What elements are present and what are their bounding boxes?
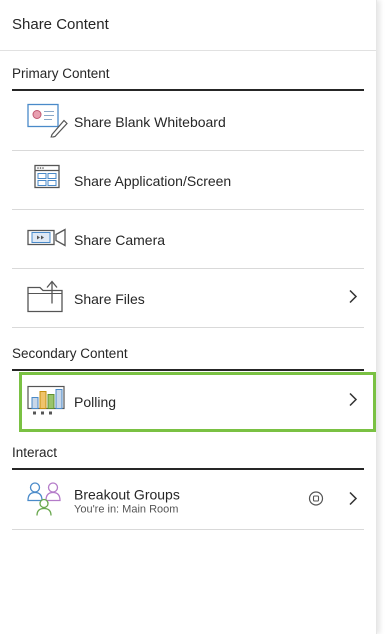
breakout-groups-label: Breakout Groups — [74, 486, 180, 502]
share-application-screen-item[interactable]: Share Application/Screen — [12, 152, 364, 210]
share-application-screen-label: Share Application/Screen — [74, 172, 232, 189]
files-icon — [26, 278, 68, 319]
polling-highlight-frame — [19, 372, 376, 432]
chevron-right-icon — [348, 288, 358, 309]
share-camera-item[interactable]: Share Camera — [12, 211, 364, 269]
room-toggle-icon[interactable] — [308, 490, 324, 511]
breakout-groups-icon — [26, 480, 68, 521]
whiteboard-icon — [26, 101, 68, 142]
breakout-room-status: You're in: Main Room — [74, 503, 179, 515]
chevron-right-icon — [348, 490, 358, 511]
share-files-label: Share Files — [74, 290, 145, 307]
share-blank-whiteboard-label: Share Blank Whiteboard — [74, 113, 226, 130]
share-camera-label: Share Camera — [74, 231, 166, 248]
application-screen-icon — [26, 160, 68, 201]
share-blank-whiteboard-item[interactable]: Share Blank Whiteboard — [12, 93, 364, 151]
share-files-item[interactable]: Share Files — [12, 270, 364, 328]
section-secondary-content: Secondary Content — [12, 346, 364, 371]
breakout-groups-item[interactable]: Breakout Groups You're in: Main Room — [12, 472, 364, 530]
camera-icon — [26, 219, 68, 260]
share-content-panel: Share Content Primary Content Share Blan… — [0, 0, 377, 634]
section-interact: Interact — [12, 445, 364, 470]
section-primary-content: Primary Content — [12, 66, 364, 91]
panel-title: Share Content — [0, 0, 376, 51]
breakout-groups-text: Breakout Groups You're in: Main Room — [74, 486, 180, 515]
